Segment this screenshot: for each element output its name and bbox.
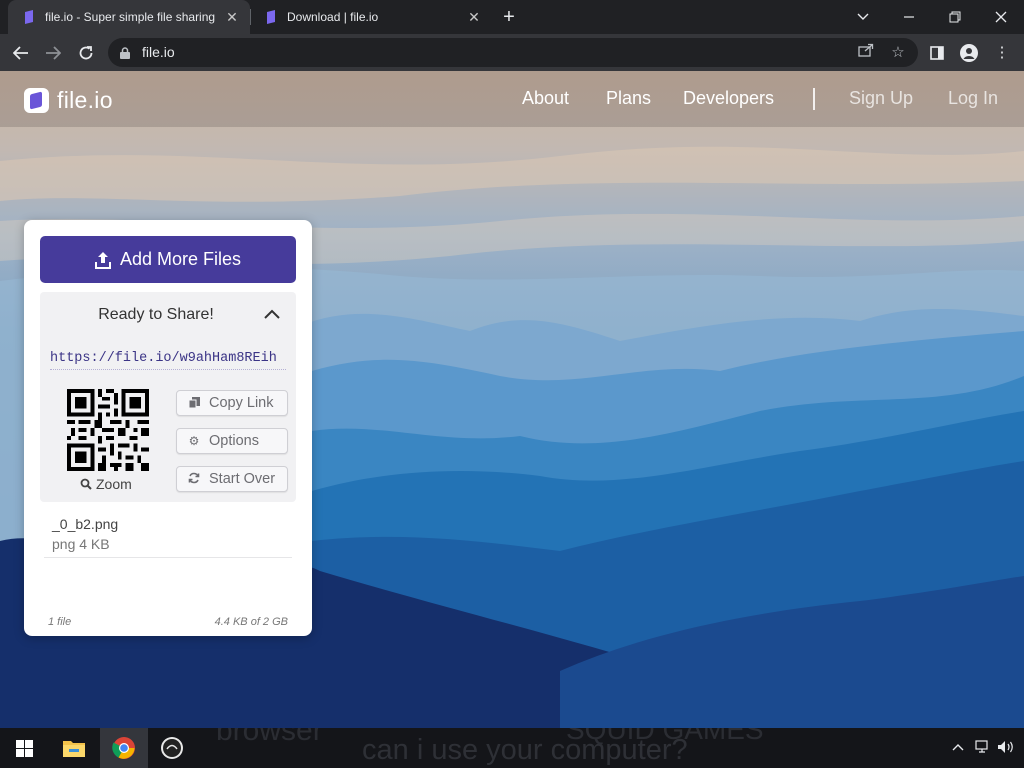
app-icon[interactable] bbox=[148, 728, 196, 768]
browser-toolbar: file.io ☆ ⋮ bbox=[0, 34, 1024, 71]
address-url: file.io bbox=[142, 44, 175, 60]
file-count: 1 file bbox=[48, 616, 72, 628]
zoom-button[interactable]: Zoom bbox=[80, 476, 132, 492]
file-explorer-icon[interactable] bbox=[50, 728, 98, 768]
start-over-button[interactable]: Start Over bbox=[176, 466, 288, 492]
nav-plans[interactable]: Plans bbox=[606, 88, 651, 109]
address-bar[interactable]: file.io ☆ bbox=[108, 38, 918, 67]
chrome-icon[interactable] bbox=[100, 728, 148, 768]
options-label: Options bbox=[209, 433, 259, 449]
file-divider bbox=[44, 557, 292, 558]
chevron-up-icon[interactable] bbox=[952, 738, 964, 754]
reload-icon[interactable] bbox=[73, 40, 99, 66]
overlay-text-squid-games: SQUID GAMES bbox=[566, 728, 764, 745]
side-panel-icon[interactable] bbox=[926, 42, 948, 64]
file-name: _0_b2.png bbox=[52, 516, 119, 532]
share-icon[interactable] bbox=[856, 43, 876, 63]
tab-file-io[interactable]: file.io - Super simple file sharing ✕ bbox=[8, 0, 250, 34]
menu-dots-icon[interactable]: ⋮ bbox=[991, 42, 1013, 64]
minimize-icon[interactable] bbox=[886, 0, 932, 34]
back-arrow-icon[interactable] bbox=[8, 40, 34, 66]
chevron-up-icon[interactable] bbox=[262, 306, 282, 322]
copy-link-button[interactable]: Copy Link bbox=[176, 390, 288, 416]
add-more-files-button[interactable]: Add More Files bbox=[40, 236, 296, 283]
windows-start-icon[interactable] bbox=[0, 728, 48, 768]
share-box: Ready to Share! https://file.io/w9ahHam8… bbox=[40, 292, 296, 502]
add-more-files-label: Add More Files bbox=[119, 249, 242, 269]
magnifier-icon bbox=[80, 478, 92, 490]
share-link[interactable]: https://file.io/w9ahHam8REih bbox=[50, 351, 286, 370]
volume-icon[interactable] bbox=[997, 738, 1015, 757]
nav-divider bbox=[813, 88, 815, 110]
tab-title: file.io - Super simple file sharing bbox=[45, 10, 216, 24]
share-panel: Add More Files Ready to Share! https://f… bbox=[24, 220, 312, 636]
overlay-text-browser: browser bbox=[216, 728, 323, 747]
nav-sign-up[interactable]: Sign Up bbox=[849, 88, 913, 109]
refresh-icon bbox=[187, 472, 201, 486]
tab-title: Download | file.io bbox=[287, 10, 379, 24]
windows-taskbar: browser can i use your computer? SQUID G… bbox=[0, 728, 1024, 768]
plus-icon[interactable]: + bbox=[498, 6, 520, 28]
start-over-label: Start Over bbox=[209, 471, 276, 487]
site-logo[interactable]: file.io bbox=[24, 87, 113, 114]
nav-about[interactable]: About bbox=[522, 88, 569, 109]
gear-icon: ⚙ bbox=[188, 434, 200, 448]
upload-icon bbox=[94, 251, 111, 269]
chevron-down-icon[interactable] bbox=[840, 0, 886, 34]
file-io-favicon-icon bbox=[22, 10, 36, 24]
browser-tab-strip: file.io - Super simple file sharing ✕ Do… bbox=[0, 0, 1024, 34]
copy-icon bbox=[187, 396, 201, 410]
file-io-logo-icon bbox=[24, 88, 49, 113]
nav-log-in[interactable]: Log In bbox=[948, 88, 998, 109]
logo-text: file.io bbox=[57, 87, 113, 113]
zoom-label: Zoom bbox=[96, 476, 132, 492]
share-status: Ready to Share! bbox=[98, 306, 214, 323]
copy-link-label: Copy Link bbox=[209, 395, 274, 411]
site-header: file.io About Plans Developers Sign Up L… bbox=[0, 71, 1024, 127]
star-icon[interactable]: ☆ bbox=[888, 43, 908, 63]
restore-icon[interactable] bbox=[932, 0, 978, 34]
forward-arrow-icon[interactable] bbox=[40, 40, 66, 66]
close-icon[interactable] bbox=[978, 0, 1024, 34]
tab-download[interactable]: Download | file.io ✕ bbox=[250, 0, 492, 34]
storage-usage: 4.4 KB of 2 GB bbox=[214, 616, 288, 628]
network-icon[interactable] bbox=[975, 738, 991, 757]
profile-icon[interactable] bbox=[958, 42, 980, 64]
nav-developers[interactable]: Developers bbox=[683, 88, 774, 109]
tab-close-icon[interactable]: ✕ bbox=[224, 9, 240, 25]
qr-code-icon[interactable] bbox=[67, 389, 149, 471]
file-io-favicon-icon bbox=[264, 10, 278, 24]
file-meta: png 4 KB bbox=[52, 536, 110, 552]
page-viewport: file.io About Plans Developers Sign Up L… bbox=[0, 71, 1024, 728]
options-button[interactable]: ⚙ Options bbox=[176, 428, 288, 454]
tab-close-icon[interactable]: ✕ bbox=[466, 9, 482, 25]
lock-icon[interactable] bbox=[120, 46, 130, 59]
